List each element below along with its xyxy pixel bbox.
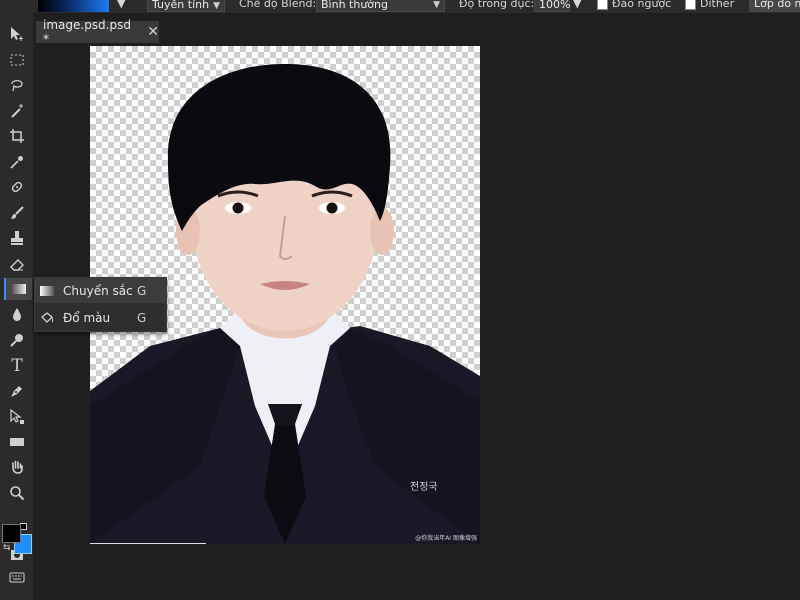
magic-wand-tool[interactable] bbox=[4, 100, 30, 122]
close-icon[interactable]: ✕ bbox=[147, 24, 159, 40]
crop-icon bbox=[10, 129, 24, 143]
paint-bucket-icon bbox=[41, 311, 54, 323]
marquee-icon bbox=[10, 54, 24, 66]
dodge-icon bbox=[10, 334, 23, 347]
zoom-icon bbox=[10, 486, 25, 501]
crop-tool[interactable] bbox=[4, 125, 30, 147]
text-icon: T bbox=[11, 356, 23, 376]
document-tab[interactable]: image.psd.psd * ✕ bbox=[36, 18, 159, 46]
marquee-tool[interactable] bbox=[4, 49, 30, 71]
opacity-dropdown-icon[interactable]: ▼ bbox=[573, 0, 581, 12]
flyout-item-gradient[interactable]: Chuyển sắc G bbox=[35, 278, 166, 303]
keyboard-button[interactable] bbox=[4, 566, 30, 588]
blur-tool[interactable] bbox=[4, 304, 30, 326]
checkbox-icon bbox=[685, 0, 696, 10]
flyout-item-shortcut: G bbox=[137, 310, 147, 325]
eyedropper-icon bbox=[10, 156, 23, 169]
move-icon bbox=[11, 27, 23, 41]
eyedropper-tool[interactable] bbox=[4, 151, 30, 173]
layer-mask-button[interactable]: Lớp đo m bbox=[749, 0, 800, 12]
magic-wand-icon bbox=[11, 104, 23, 118]
hand-icon bbox=[12, 460, 23, 474]
tools-panel: T ⇆ bbox=[0, 13, 33, 600]
chevron-down-icon: ▼ bbox=[213, 1, 221, 11]
reset-colors-icon[interactable] bbox=[20, 523, 27, 530]
gradient-type-select[interactable]: Tuyến tính ▼ bbox=[147, 0, 225, 12]
healing-icon bbox=[11, 181, 23, 193]
hand-tool[interactable] bbox=[4, 457, 30, 479]
shape-icon bbox=[10, 438, 24, 446]
dither-checkbox[interactable]: Dither bbox=[685, 0, 734, 12]
document-tab-title: image.psd.psd * bbox=[43, 18, 131, 46]
text-tool[interactable]: T bbox=[4, 355, 30, 377]
flyout-item-paint-bucket[interactable]: Đổ màu G bbox=[35, 305, 166, 330]
checkbox-icon bbox=[597, 0, 608, 10]
gradient-preview[interactable] bbox=[38, 0, 109, 12]
gradient-type-value: Tuyến tính bbox=[152, 0, 210, 11]
keyboard-icon bbox=[9, 572, 25, 583]
stamp-tool[interactable] bbox=[4, 227, 30, 249]
move-tool[interactable] bbox=[4, 23, 30, 45]
opacity-label: Độ trong đục: bbox=[459, 0, 535, 10]
lasso-tool[interactable] bbox=[4, 74, 30, 96]
stamp-icon bbox=[11, 231, 23, 245]
zoom-tool[interactable] bbox=[4, 482, 30, 504]
flyout-item-shortcut: G bbox=[137, 283, 147, 298]
shape-tool[interactable] bbox=[4, 431, 30, 453]
eraser-icon bbox=[10, 259, 24, 271]
eraser-tool[interactable] bbox=[4, 253, 30, 275]
blend-mode-select[interactable]: Bình thường ▼ bbox=[316, 0, 445, 12]
foreground-color-swatch[interactable] bbox=[2, 524, 21, 543]
dither-label: Dither bbox=[700, 0, 735, 10]
blend-mode-value: Bình thường bbox=[321, 0, 388, 11]
watermark-text: @你我当年AI 图像增强 bbox=[415, 535, 477, 542]
gradient-tool[interactable] bbox=[4, 278, 32, 300]
flyout-item-label: Chuyển sắc bbox=[63, 283, 133, 298]
path-select-tool[interactable] bbox=[4, 406, 30, 428]
lasso-icon bbox=[11, 79, 23, 92]
flyout-item-label: Đổ màu bbox=[63, 310, 111, 325]
tool-flyout-menu: Chuyển sắc G Đổ màu G bbox=[34, 277, 167, 332]
brush-icon bbox=[11, 206, 24, 219]
brush-tool[interactable] bbox=[4, 202, 30, 224]
healing-tool[interactable] bbox=[4, 176, 30, 198]
canvas-edge-line bbox=[90, 543, 206, 544]
gradient-icon bbox=[40, 285, 54, 296]
pen-tool[interactable] bbox=[4, 380, 30, 402]
gradient-picker-chevron-icon[interactable]: ▼ bbox=[117, 0, 125, 12]
pen-icon bbox=[11, 386, 22, 397]
svg-text:전정국: 전정국 bbox=[410, 481, 438, 493]
chevron-down-icon: ▼ bbox=[433, 0, 440, 10]
opacity-input[interactable]: 100% bbox=[534, 0, 570, 12]
gradient-icon bbox=[12, 284, 26, 294]
path-select-icon bbox=[10, 409, 24, 424]
blur-icon bbox=[13, 308, 21, 321]
reverse-label: Đảo ngược bbox=[612, 0, 672, 10]
options-bar: ▼ Tuyến tính ▼ Chế độ Blend: Bình thường ▼… bbox=[0, 0, 800, 13]
blend-label: Chế độ Blend: bbox=[239, 0, 317, 10]
reverse-checkbox[interactable]: Đảo ngược bbox=[597, 0, 671, 12]
dodge-tool[interactable] bbox=[4, 329, 30, 351]
